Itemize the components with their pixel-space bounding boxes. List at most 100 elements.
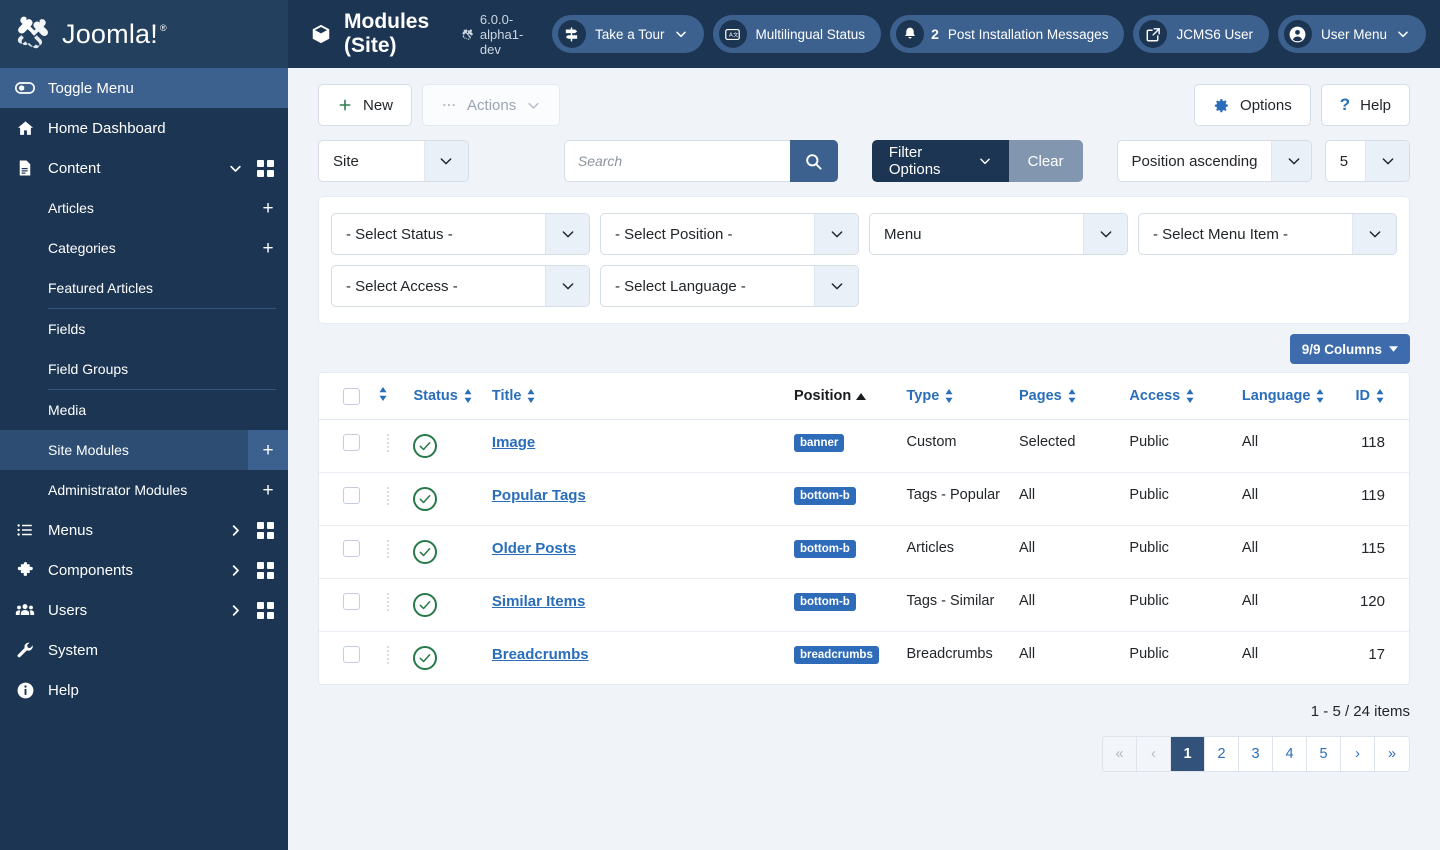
- sidebar-item-label: Featured Articles: [48, 280, 154, 296]
- user-menu-button[interactable]: User Menu: [1277, 15, 1426, 53]
- drag-handle-icon[interactable]: [378, 487, 397, 505]
- chevron-right-icon[interactable]: [227, 522, 243, 538]
- columns-row: 9/9 Columns: [288, 324, 1440, 364]
- id-header[interactable]: ID: [1342, 373, 1409, 420]
- joomla-small-icon: [461, 28, 474, 41]
- status-header[interactable]: Status: [405, 373, 484, 420]
- grid-icon[interactable]: [257, 601, 274, 619]
- menu-item-filter-select[interactable]: - Select Menu Item -: [1138, 213, 1397, 255]
- multilingual-status-button[interactable]: A 文 Multilingual Status: [712, 15, 882, 53]
- drag-handle-icon[interactable]: [378, 593, 397, 611]
- take-a-tour-button[interactable]: Take a Tour: [551, 15, 704, 53]
- drag-handle-icon[interactable]: [378, 646, 397, 664]
- position-badge[interactable]: breadcrumbs: [794, 646, 879, 664]
- language-filter-value: - Select Language -: [615, 277, 746, 295]
- search-input[interactable]: [563, 140, 790, 182]
- sidebar-item-home-dashboard[interactable]: Home Dashboard: [0, 108, 288, 148]
- published-status-icon[interactable]: [413, 593, 438, 617]
- filter-options-button[interactable]: Filter Options: [871, 140, 1009, 182]
- table-row: Breadcrumbs breadcrumbs Breadcrumbs All …: [319, 632, 1409, 685]
- chevron-down-icon[interactable]: [227, 160, 243, 176]
- search-button[interactable]: [789, 140, 838, 182]
- language-filter-select[interactable]: - Select Language -: [600, 265, 859, 307]
- status-filter-select[interactable]: - Select Status -: [331, 213, 590, 255]
- new-button[interactable]: New: [318, 84, 413, 126]
- grid-icon[interactable]: [257, 521, 274, 539]
- module-title-link[interactable]: Image: [492, 434, 535, 451]
- select-all-checkbox[interactable]: [343, 387, 360, 405]
- sidebar-item-articles[interactable]: Articles +: [0, 188, 288, 228]
- post-installation-messages-button[interactable]: 2 Post Installation Messages: [890, 15, 1125, 53]
- chevron-right-icon[interactable]: [227, 562, 243, 578]
- sidebar-item-field-groups[interactable]: Field Groups: [0, 349, 288, 389]
- sidebar-item-categories[interactable]: Categories +: [0, 228, 288, 268]
- drag-handle-icon[interactable]: [378, 434, 397, 452]
- position-badge[interactable]: bottom-b: [794, 487, 856, 505]
- position-badge[interactable]: bottom-b: [794, 540, 856, 558]
- sidebar-item-fields[interactable]: Fields: [0, 309, 288, 349]
- pagination-page-4[interactable]: 4: [1273, 737, 1307, 771]
- published-status-icon[interactable]: [413, 487, 438, 511]
- columns-dropdown-button[interactable]: 9/9 Columns: [1289, 334, 1410, 364]
- sidebar-item-menus[interactable]: Menus: [0, 510, 288, 550]
- access-filter-select[interactable]: - Select Access -: [331, 265, 590, 307]
- position-badge[interactable]: bottom-b: [794, 593, 856, 611]
- pagination-page-2[interactable]: 2: [1205, 737, 1239, 771]
- ordering-header[interactable]: [370, 373, 406, 420]
- client-select[interactable]: Site: [318, 140, 469, 182]
- help-button[interactable]: ? Help: [1320, 84, 1410, 126]
- module-title-link[interactable]: Older Posts: [492, 540, 576, 557]
- sidebar-item-toggle-menu[interactable]: Toggle Menu: [0, 68, 288, 108]
- position-filter-select[interactable]: - Select Position -: [600, 213, 859, 255]
- published-status-icon[interactable]: [413, 540, 438, 564]
- sidebar-item-site-modules[interactable]: Site Modules +: [0, 430, 288, 470]
- actions-dropdown-button[interactable]: Actions: [422, 84, 561, 126]
- module-title-link[interactable]: Popular Tags: [492, 487, 586, 504]
- sidebar-item-media[interactable]: Media: [0, 390, 288, 430]
- sidebar-item-system[interactable]: System: [0, 630, 288, 670]
- clear-filters-button[interactable]: Clear: [1008, 140, 1083, 182]
- external-link-icon: [1139, 20, 1168, 48]
- position-badge[interactable]: banner: [794, 434, 845, 452]
- pages-header[interactable]: Pages: [1011, 373, 1122, 420]
- published-status-icon[interactable]: [413, 646, 438, 670]
- type-header[interactable]: Type: [898, 373, 1011, 420]
- row-checkbox[interactable]: [343, 487, 360, 504]
- sidebar-item-administrator-modules[interactable]: Administrator Modules +: [0, 470, 288, 510]
- module-title-link[interactable]: Breadcrumbs: [492, 646, 589, 663]
- sidebar-item-components[interactable]: Components: [0, 550, 288, 590]
- limit-select[interactable]: 5: [1324, 140, 1410, 182]
- add-site-module-button[interactable]: +: [248, 430, 288, 470]
- pagination-page-3[interactable]: 3: [1239, 737, 1273, 771]
- joomla-mark-icon: [14, 15, 52, 53]
- sort-select[interactable]: Position ascending: [1116, 140, 1312, 182]
- grid-icon[interactable]: [257, 159, 274, 177]
- joomla-logo[interactable]: Joomla! ®: [0, 0, 288, 68]
- add-admin-module-button[interactable]: +: [248, 470, 288, 510]
- drag-handle-icon[interactable]: [378, 540, 397, 558]
- row-checkbox[interactable]: [343, 593, 360, 610]
- pagination-last[interactable]: »: [1375, 737, 1409, 771]
- sidebar-item-featured-articles[interactable]: Featured Articles: [0, 268, 288, 308]
- pagination-page-5[interactable]: 5: [1307, 737, 1341, 771]
- position-header[interactable]: Position: [786, 373, 899, 420]
- site-preview-button[interactable]: JCMS6 User: [1133, 15, 1269, 53]
- title-header[interactable]: Title: [483, 373, 786, 420]
- sidebar-item-users[interactable]: Users: [0, 590, 288, 630]
- add-category-button[interactable]: +: [248, 228, 288, 268]
- options-button[interactable]: Options: [1194, 84, 1311, 126]
- row-checkbox[interactable]: [343, 434, 360, 451]
- add-articles-button[interactable]: +: [248, 188, 288, 228]
- published-status-icon[interactable]: [413, 434, 438, 458]
- sidebar-item-help[interactable]: Help: [0, 670, 288, 710]
- grid-icon[interactable]: [257, 561, 274, 579]
- module-title-link[interactable]: Similar Items: [492, 593, 585, 610]
- language-header[interactable]: Language: [1233, 373, 1343, 420]
- row-checkbox[interactable]: [343, 540, 360, 557]
- sidebar-item-content[interactable]: Content: [0, 148, 288, 188]
- row-checkbox[interactable]: [343, 646, 360, 663]
- pagination-next[interactable]: ›: [1341, 737, 1375, 771]
- menu-filter-select[interactable]: Menu: [869, 213, 1128, 255]
- chevron-right-icon[interactable]: [227, 602, 243, 618]
- access-header[interactable]: Access: [1121, 373, 1234, 420]
